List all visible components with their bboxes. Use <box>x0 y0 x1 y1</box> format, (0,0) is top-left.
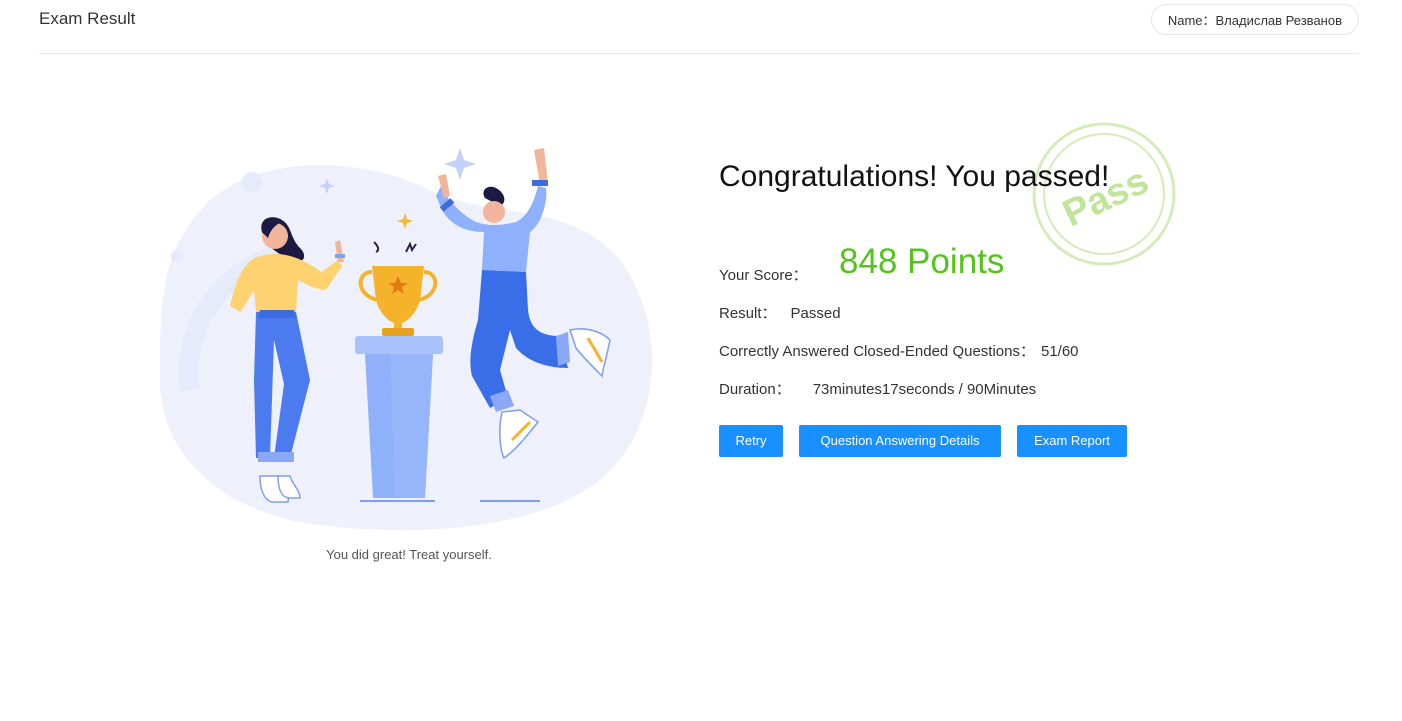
duration-row: Duration： 73minutes17seconds / 90Minutes <box>719 378 1036 399</box>
result-label: Result： <box>719 305 777 322</box>
question-details-button[interactable]: Question Answering Details <box>799 425 1001 457</box>
correct-answers-value: 51/60 <box>1040 343 1079 360</box>
sparkle-icon <box>444 148 476 180</box>
user-name-badge: Name：Владислав Резванов <box>1150 4 1359 35</box>
name-label: Name： <box>1167 13 1216 28</box>
score-value: 848 Points <box>839 242 1005 281</box>
result-value: Passed <box>790 305 841 322</box>
page-title: Exam Result <box>39 9 136 28</box>
duration-value: 73minutes17seconds / 90Minutes <box>812 381 1037 398</box>
result-row: Result： Passed <box>719 302 841 323</box>
illustration-caption: You did great! Treat yourself. <box>326 547 492 562</box>
score-label: Your Score： <box>719 267 808 284</box>
correct-answers-row: Correctly Answered Closed-Ended Question… <box>719 340 1079 361</box>
congratulations-heading: Congratulations! You passed! <box>719 160 1110 193</box>
page-header: Exam Result Name：Владислав Резванов <box>39 0 1359 54</box>
name-value: Владислав Резванов <box>1215 13 1342 28</box>
retry-button[interactable]: Retry <box>719 425 783 457</box>
pass-stamp-icon: Pass <box>1032 122 1176 266</box>
celebration-illustration <box>160 148 653 531</box>
deco-circle <box>242 172 262 192</box>
correct-answers-label: Correctly Answered Closed-Ended Question… <box>719 343 1035 360</box>
duration-label: Duration： <box>719 381 791 398</box>
exam-report-button[interactable]: Exam Report <box>1017 425 1127 457</box>
